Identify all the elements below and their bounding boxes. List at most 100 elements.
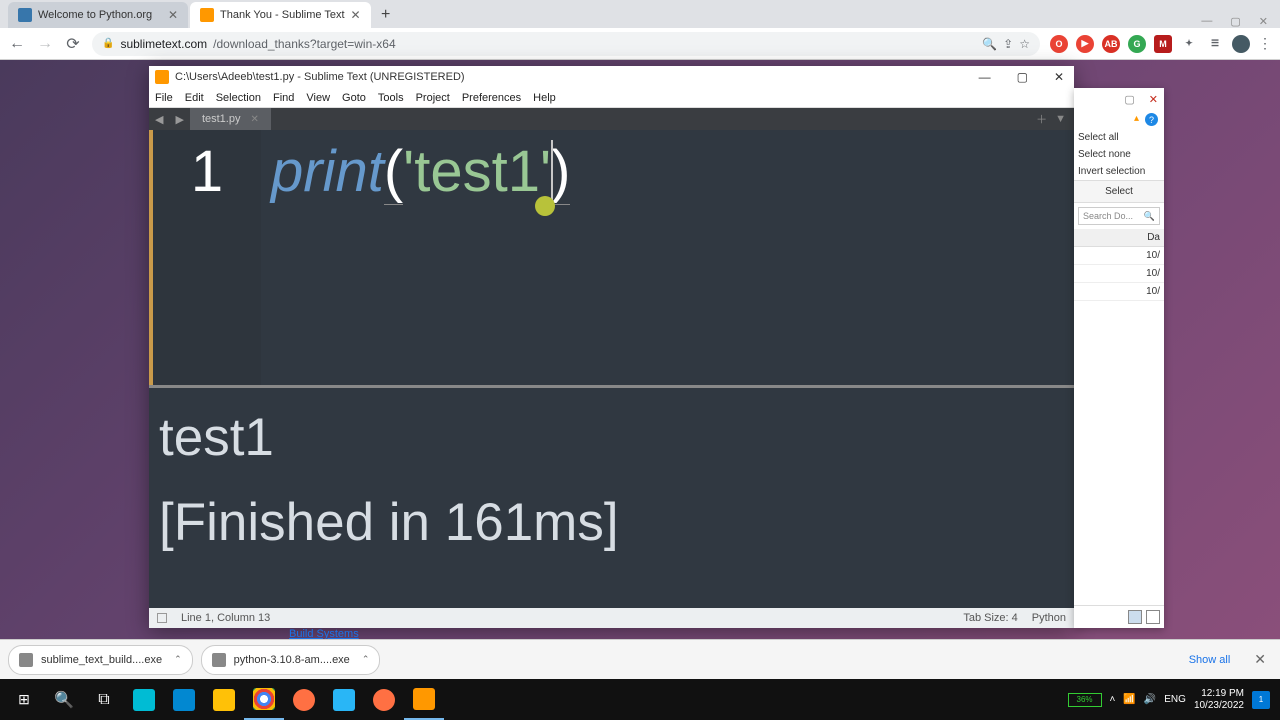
ext-icon[interactable]: G xyxy=(1128,35,1146,53)
browser-tab-python[interactable]: Welcome to Python.org ✕ xyxy=(8,2,188,28)
list-item[interactable]: 10/ xyxy=(1074,283,1164,301)
status-toggle-icon[interactable] xyxy=(157,613,167,623)
task-view-button[interactable]: ⧉ xyxy=(84,680,124,720)
network-icon[interactable]: 📶 xyxy=(1123,694,1135,705)
build-output-panel[interactable]: test1 [Finished in 161ms] xyxy=(149,385,1074,608)
column-header[interactable]: Da xyxy=(1074,229,1164,247)
new-tab-button[interactable]: + xyxy=(373,2,399,28)
menu-file[interactable]: File xyxy=(155,92,173,104)
select-none[interactable]: Select none xyxy=(1074,146,1164,163)
select-all[interactable]: Select all xyxy=(1074,129,1164,146)
chevron-up-icon[interactable]: ⌃ xyxy=(174,654,182,665)
menu-project[interactable]: Project xyxy=(416,92,450,104)
browser-tab-sublime[interactable]: Thank You - Sublime Text ✕ xyxy=(190,2,371,28)
battery-indicator[interactable]: 36% xyxy=(1068,693,1102,707)
sublime-titlebar[interactable]: C:\Users\Adeeb\test1.py - Sublime Text (… xyxy=(149,66,1074,88)
close-downloads-bar-icon[interactable]: ✕ xyxy=(1248,651,1272,668)
extensions-icon[interactable]: ✦ xyxy=(1180,35,1198,53)
file-tab[interactable]: test1.py ✕ xyxy=(190,108,271,130)
search-input[interactable]: Search Do... 🔍 xyxy=(1078,207,1160,225)
taskbar-app[interactable] xyxy=(364,680,404,720)
chrome-app[interactable] xyxy=(244,680,284,720)
chevron-up-icon[interactable]: ⌃ xyxy=(362,654,370,665)
file-explorer[interactable] xyxy=(204,680,244,720)
download-item-sublime[interactable]: sublime_text_build....exe ⌃ xyxy=(8,645,193,675)
maximize-icon[interactable]: ▢ xyxy=(1124,93,1134,106)
tab-dropdown-icon[interactable]: ▼ xyxy=(1055,113,1074,125)
icons-view-icon[interactable] xyxy=(1146,610,1160,624)
code-function: print xyxy=(271,139,384,204)
list-item[interactable]: 10/ xyxy=(1074,247,1164,265)
menu-preferences[interactable]: Preferences xyxy=(462,92,521,104)
profile-avatar[interactable] xyxy=(1232,35,1250,53)
back-button[interactable]: ← xyxy=(8,35,26,53)
taskbar-app[interactable] xyxy=(124,680,164,720)
firefox-app[interactable] xyxy=(284,680,324,720)
new-tab-icon[interactable]: ＋ xyxy=(1036,111,1055,127)
code-quote: ' xyxy=(403,139,414,204)
notification-center[interactable]: 1 xyxy=(1252,691,1270,709)
clock[interactable]: 12:19 PM 10/23/2022 xyxy=(1194,688,1244,711)
menu-help[interactable]: Help xyxy=(533,92,556,104)
sublime-app[interactable] xyxy=(404,680,444,720)
syntax-language[interactable]: Python xyxy=(1032,612,1066,624)
search-placeholder: Search Do... xyxy=(1083,211,1133,221)
tab-nav-fwd-icon[interactable]: ▶ xyxy=(169,113,189,126)
minimize-button[interactable]: — xyxy=(975,70,995,84)
show-all-downloads[interactable]: Show all xyxy=(1189,654,1231,666)
ext-icon[interactable]: O xyxy=(1050,35,1068,53)
zoom-icon[interactable]: 🔍 xyxy=(982,37,997,51)
close-tab-icon[interactable]: ✕ xyxy=(168,8,178,22)
menu-selection[interactable]: Selection xyxy=(216,92,261,104)
ext-icon[interactable]: AB xyxy=(1102,35,1120,53)
address-bar[interactable]: 🔒 sublimetext.com/download_thanks?target… xyxy=(92,32,1040,56)
taskbar-app[interactable] xyxy=(164,680,204,720)
cursor-position[interactable]: Line 1, Column 13 xyxy=(181,612,270,624)
code-paren: ) xyxy=(551,139,570,205)
reload-button[interactable]: ⟳ xyxy=(64,35,82,53)
taskbar-app[interactable] xyxy=(324,680,364,720)
close-icon[interactable]: ✕ xyxy=(1259,15,1268,28)
close-button[interactable]: ✕ xyxy=(1050,70,1068,84)
sublime-text-window: C:\Users\Adeeb\test1.py - Sublime Text (… xyxy=(149,66,1074,628)
maximize-icon[interactable]: ▢ xyxy=(1230,15,1240,28)
chrome-menu-icon[interactable]: ⋮ xyxy=(1258,35,1272,52)
browser-tab-strip: Welcome to Python.org ✕ Thank You - Subl… xyxy=(0,0,1280,28)
language-indicator[interactable]: ENG xyxy=(1164,694,1186,705)
details-view-icon[interactable] xyxy=(1128,610,1142,624)
bookmark-icon[interactable]: ☆ xyxy=(1019,37,1030,51)
close-icon[interactable]: ✕ xyxy=(1149,93,1158,106)
window-controls: — ▢ ✕ xyxy=(975,70,1068,84)
python-favicon xyxy=(18,8,32,22)
panel-window-controls: ▢ ✕ xyxy=(1074,88,1164,110)
menu-tools[interactable]: Tools xyxy=(378,92,404,104)
menu-edit[interactable]: Edit xyxy=(185,92,204,104)
time: 12:19 PM xyxy=(1194,688,1244,700)
tab-size[interactable]: Tab Size: 4 xyxy=(963,612,1017,624)
minimize-icon[interactable]: — xyxy=(1201,15,1212,28)
ext-icon[interactable]: ▶ xyxy=(1076,35,1094,53)
tray-chevron-icon[interactable]: ˄ xyxy=(1110,694,1116,705)
menu-goto[interactable]: Goto xyxy=(342,92,366,104)
close-tab-icon[interactable]: ✕ xyxy=(351,8,361,22)
search-button[interactable]: 🔍 xyxy=(44,680,84,720)
ext-icon[interactable]: M xyxy=(1154,35,1172,53)
forward-button[interactable]: → xyxy=(36,35,54,53)
chevron-up-icon[interactable]: ▴ xyxy=(1134,113,1139,126)
share-icon[interactable]: ⇪ xyxy=(1003,37,1013,51)
reading-list-icon[interactable]: ☰ xyxy=(1206,35,1224,53)
invert-selection[interactable]: Invert selection xyxy=(1074,163,1164,180)
volume-icon[interactable]: 🔊 xyxy=(1144,694,1156,705)
close-file-tab-icon[interactable]: ✕ xyxy=(250,114,258,125)
list-item[interactable]: 10/ xyxy=(1074,265,1164,283)
menu-find[interactable]: Find xyxy=(273,92,294,104)
tab-nav-back-icon[interactable]: ◀ xyxy=(149,113,169,126)
download-item-python[interactable]: python-3.10.8-am....exe ⌃ xyxy=(201,645,381,675)
maximize-button[interactable]: ▢ xyxy=(1013,70,1032,84)
sublime-status-bar: Line 1, Column 13 Tab Size: 4 Python xyxy=(149,608,1074,628)
code-editor[interactable]: 1 print('test1') xyxy=(149,130,1074,385)
start-button[interactable]: ⊞ xyxy=(4,680,44,720)
menu-view[interactable]: View xyxy=(306,92,330,104)
help-icon[interactable]: ? xyxy=(1145,113,1158,126)
explorer-panel: ▢ ✕ ▴ ? Select all Select none Invert se… xyxy=(1074,88,1164,628)
